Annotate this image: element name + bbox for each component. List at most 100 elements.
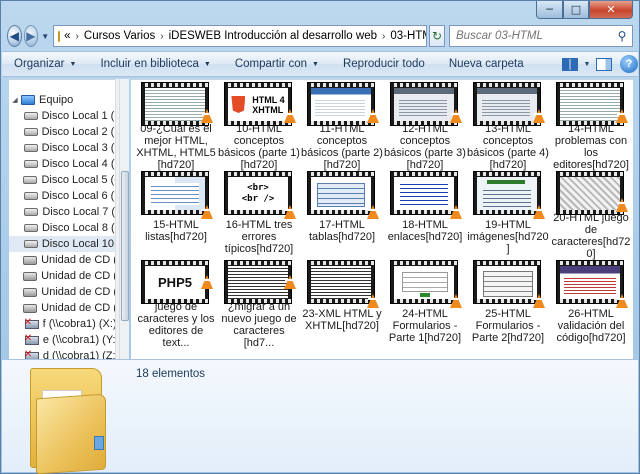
play-all-button[interactable]: Reproducir todo [343,58,425,70]
nav-item-label: Unidad de CD (F [41,286,115,298]
video-thumbnail [473,171,545,219]
breadcrumb-item[interactable]: Cursos Varios [84,30,155,42]
file-item[interactable]: 20-HTML juego de caracteres[hd720] [550,171,632,260]
nav-item-drive[interactable]: Unidad de CD (C [9,300,115,316]
filmstrip-icon [390,171,458,215]
file-item[interactable]: PHP521-HTML el juego de caracteres y los… [135,260,217,349]
thumbnail-frame [311,266,371,299]
nav-item-drive[interactable]: Disco Local 6 (H [9,188,115,204]
recent-pages-dropdown[interactable]: ▼ [41,32,49,41]
search-box[interactable]: ⚲ [449,25,633,47]
change-view-icon[interactable] [558,55,582,73]
thumbnail-frame [394,266,454,299]
file-list-view: 09-¿Cuál es el mejor HTML, XHTML, HTML5 … [131,79,633,359]
cd-drive-icon [23,303,38,313]
video-thumbnail [556,260,628,308]
nav-item-drive[interactable]: Disco Local 8 (J [9,220,115,236]
file-item[interactable]: 22-HTML ¿migrar a un nuevo juego de cara… [218,260,300,349]
breadcrumb-item[interactable]: 03-HTML [390,30,426,42]
video-thumbnail [307,171,379,219]
file-item[interactable]: 13-HTML conceptos básicos (parte 4)[hd72… [467,82,549,171]
nav-item-label: e (\\cobra1) (Y: [42,334,115,346]
hard-drive-icon [23,192,38,200]
forward-button[interactable]: ▶ [23,25,39,47]
nav-item-label: Equipo [39,94,74,106]
file-item[interactable]: <br> <br /> 16-HTML tres errores típicos[h… [218,171,300,260]
folder-large-icon [30,368,106,474]
nav-item-drive[interactable]: Disco Local 1 (C [9,108,115,124]
thumbnail-frame [394,88,454,121]
file-item[interactable]: 11-HTML conceptos básicos (parte 2)[hd72… [301,82,383,171]
vlc-cone-icon [450,294,462,308]
file-item[interactable]: HTML 4 XHTML 10-HTML conceptos básicos (pa… [218,82,300,171]
thumbnail-frame [477,266,537,299]
filmstrip-icon [141,82,209,126]
scrollbar-thumb[interactable] [121,171,129,321]
file-item[interactable]: 14-HTML problemas con los editores[hd720… [550,82,632,171]
nav-item-drive[interactable]: Disco Local 3 (E [9,140,115,156]
file-item[interactable]: 15-HTML listas[hd720] [135,171,217,260]
address-overflow[interactable]: « [64,30,70,42]
file-item[interactable]: 17-HTML tablas[hd720] [301,171,383,260]
caption-buttons: ─ □ ✕ [536,1,633,19]
nav-item-drive[interactable]: Unidad de CD (N [9,252,115,268]
nav-item-drive[interactable]: d (\\cobra1) (Z: [9,348,115,359]
breadcrumb-separator[interactable]: › [160,31,163,42]
nav-item-drive[interactable]: e (\\cobra1) (Y: [9,332,115,348]
breadcrumb-separator[interactable]: › [76,31,79,42]
navigation-scrollbar[interactable] [119,79,129,359]
thumbnail-frame [560,177,620,210]
file-item[interactable]: 24-HTML Formularios - Parte 1[hd720] [384,260,466,349]
command-bar: Organizar ▼ Incluir en biblioteca ▼ Compar… [2,51,638,77]
filmstrip-icon [473,82,541,126]
preview-pane-icon[interactable] [592,55,616,73]
minimize-button[interactable]: ─ [536,1,563,19]
nav-item-label: Disco Local 8 (J [41,222,115,234]
video-thumbnail [473,82,545,126]
video-thumbnail [390,260,462,308]
address-bar[interactable]: « › Cursos Varios › iDESWEB Introducción… [53,25,428,47]
expand-arrow-icon[interactable]: ◢ [9,96,21,104]
nav-item-drive[interactable]: Disco Local 5 (G [9,172,115,188]
thumbnail-frame [311,177,371,210]
include-library-label: Incluir en biblioteca [100,58,199,70]
file-item[interactable]: 12-HTML conceptos básicos (parte 3)[hd72… [384,82,466,171]
breadcrumb-separator[interactable]: › [382,31,385,42]
new-folder-button[interactable]: Nueva carpeta [449,58,524,70]
breadcrumb-item[interactable]: iDESWEB Introducción al desarrollo web [169,30,377,42]
nav-item-drive[interactable]: Disco Local 4 (F [9,156,115,172]
nav-item-drive[interactable]: Unidad de CD (F [9,284,115,300]
nav-item-drive[interactable]: Disco Local 7 (I [9,204,115,220]
file-item[interactable]: 18-HTML enlaces[hd720] [384,171,466,260]
refresh-button[interactable]: ↻ [429,25,445,47]
nav-item-drive[interactable]: Unidad de CD (C [9,268,115,284]
help-icon[interactable]: ? [620,55,638,73]
file-item[interactable]: 19-HTML imágenes[hd720] [467,171,549,260]
maximize-button[interactable]: □ [563,1,589,19]
vlc-cone-icon [616,198,628,212]
file-grid: 09-¿Cuál es el mejor HTML, XHTML, HTML5 … [135,82,632,349]
view-dropdown-icon[interactable]: ▼ [582,55,592,73]
vlc-cone-icon [533,109,545,123]
filmstrip-icon [473,171,541,215]
back-button[interactable]: ◀ [7,25,22,47]
file-item[interactable]: 26-HTML validación del código[hd720] [550,260,632,349]
search-input[interactable] [456,30,612,42]
include-library-menu[interactable]: Incluir en biblioteca ▼ [100,58,210,70]
address-row: ◀ ▶ ▼ « › Cursos Varios › iDESWEB Introd… [7,23,633,49]
search-icon[interactable]: ⚲ [612,29,632,43]
organize-menu[interactable]: Organizar ▼ [14,58,76,70]
thumbnail-frame [477,177,537,210]
vlc-cone-icon [284,205,296,219]
nav-item-drive[interactable]: f (\\cobra1) (X:) [9,316,115,332]
share-menu[interactable]: Compartir con ▼ [235,58,319,70]
nav-item-label: Unidad de CD (N [41,254,115,266]
file-item[interactable]: 09-¿Cuál es el mejor HTML, XHTML, HTML5 … [135,82,217,171]
file-item[interactable]: 23-XML HTML y XHTML[hd720] [301,260,383,349]
close-button[interactable]: ✕ [589,1,633,19]
file-name: 20-HTML juego de caracteres[hd720] [551,212,631,260]
file-item[interactable]: 25-HTML Formularios - Parte 2[hd720] [467,260,549,349]
nav-item-computer[interactable]: ◢ Equipo [9,92,115,108]
nav-item-drive[interactable]: Disco Local 2 (D [9,124,115,140]
nav-item-drive[interactable]: Disco Local 10 ( [9,236,115,252]
